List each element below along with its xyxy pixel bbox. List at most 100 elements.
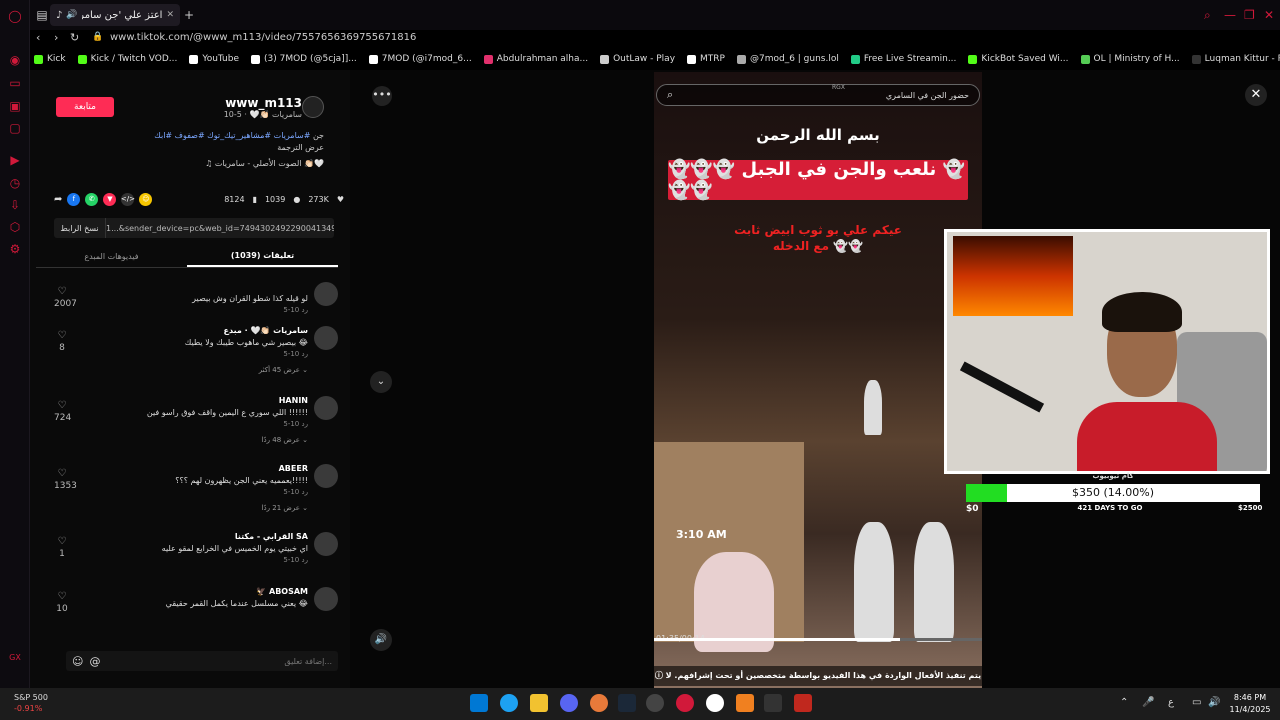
file-explorer-icon[interactable] [530,694,548,712]
tab-close-icon[interactable]: ✕ [166,10,174,20]
whatsapp-icon[interactable]: ✆ [85,192,99,206]
view-replies-link[interactable]: عرض 21 ردًا ⌄ [262,504,308,512]
volume-icon[interactable]: 🔊 [1208,697,1220,708]
bookmark-item[interactable]: Kick / Twitch VOD... [77,54,177,64]
settings-icon[interactable]: ⚙ [7,241,23,257]
link-text[interactable]: 1...&sender_device=pc&web_id=74943024922… [106,224,334,233]
player-icon[interactable]: ▶ [7,152,23,168]
comment-meta[interactable]: 5-10 رد [283,556,308,564]
minimize-button[interactable]: — [1224,8,1236,22]
close-window-button[interactable]: ✕ [1264,8,1274,22]
url-field[interactable]: www.tiktok.com/@www_m113/video/755765636… [110,32,416,43]
sound-link[interactable]: ♫ الصوت الأصلي - سامريات 👏🏻🤍 [64,158,324,170]
reload-icon[interactable]: ↻ [70,31,79,44]
emoji-icon[interactable]: ☺ [72,655,83,668]
bookmark-item[interactable]: Free Live Streamin... [850,54,956,64]
comment-like[interactable]: ♡ 724 [54,400,71,423]
comment-input[interactable] [106,656,332,666]
translate-link[interactable]: عرض الترجمة [64,142,324,154]
extensions-icon[interactable]: ⬡ [7,219,23,235]
heart-outline-icon[interactable]: ♡ [54,536,70,547]
tab-workspace-icon[interactable]: ▤ [34,7,50,23]
monitor-icon[interactable]: ▭ [1192,697,1201,708]
bookmark-item[interactable]: Abdulrahman alha... [483,54,588,64]
commenter-name[interactable]: ABEER [279,464,308,473]
video-player[interactable]: ⌕ حضور الجن في السامري RGX بسم الله الرح… [654,72,982,688]
bookmark-item[interactable]: @7mod_6 | guns.lol [736,54,839,64]
facebook-icon[interactable]: f [67,192,81,206]
discord-icon[interactable] [560,694,578,712]
bookmark-item[interactable]: OutLaw - Play [600,54,675,64]
volume-button[interactable]: 🔊 [370,629,392,651]
comment-meta[interactable]: 5-10 رد [283,488,308,496]
obs-icon[interactable] [646,694,664,712]
commenter-name[interactable]: 🦅 ABOSAM [256,587,308,596]
bookmark-item[interactable]: MTRP [687,54,725,64]
comment-meta[interactable]: 5-10 رد [283,350,308,358]
commenter-avatar[interactable] [314,587,338,611]
bookmark-item[interactable]: Luqman Kittur - P... [1191,54,1280,64]
comment-like[interactable]: ♡ 8 [54,330,70,353]
bookmark-item[interactable]: 7MOD (@i7mod_6... [368,54,472,64]
commenter-avatar[interactable] [314,282,338,306]
search-app-icon[interactable] [706,694,724,712]
next-video-button[interactable]: ⌄ [370,371,392,393]
commenter-avatar[interactable] [314,326,338,350]
opera-logo-icon[interactable]: ◯ [7,8,23,24]
commenter-name[interactable]: HANIN [279,396,308,405]
stock-widget[interactable]: S&P 500 -0.91% [14,692,48,714]
messenger-icon[interactable]: ▭ [7,75,23,91]
steam-icon[interactable] [618,694,636,712]
mic-icon[interactable]: 🎤 [1142,697,1154,708]
heart-outline-icon[interactable]: ♡ [54,591,70,602]
author-avatar[interactable] [302,96,324,118]
search-tabs-icon[interactable]: ⌕ [1204,8,1211,23]
streamer-bot-icon[interactable] [794,694,812,712]
twitch-icon[interactable]: ▢ [7,120,23,136]
follow-button[interactable]: متابعة [56,97,114,117]
tab-tiktok[interactable]: ♪ 🔊 اعتز علي 'جن سامري' عا... ✕ [50,4,180,26]
bookmark-item[interactable]: OL | Ministry of H... [1080,54,1180,64]
heart-outline-icon[interactable]: ♡ [54,286,70,297]
comment-like[interactable]: ♡ 1353 [54,468,77,491]
tab-creator-videos[interactable]: فيديوهات المبدع [36,246,187,267]
tray-chevron-icon[interactable]: ⌃ [1120,697,1128,708]
commenter-name[interactable]: القرابي - مكتنا SA [235,532,308,541]
emoji-share-icon[interactable]: ☺ [139,192,153,206]
bookmark-item[interactable]: Kick [34,54,66,64]
mention-icon[interactable]: @ [89,655,100,668]
chat-icon[interactable]: ▣ [7,98,23,114]
forward-icon[interactable]: › [54,31,58,44]
bookmark-item[interactable]: (3) 7MOD (@5cja]]... [251,54,357,64]
author-name[interactable]: www_m113 [225,96,302,110]
embed-icon[interactable]: </> [121,192,135,206]
heart-outline-icon[interactable]: ♡ [54,468,70,479]
app-icon[interactable] [590,694,608,712]
start-icon[interactable] [470,694,488,712]
bookmark-icon[interactable]: ▮ [253,195,257,204]
commenter-avatar[interactable] [314,532,338,556]
maximize-button[interactable]: ❐ [1244,8,1255,22]
view-replies-link[interactable]: عرض 45 أكثر ⌄ [259,366,308,374]
comment-meta[interactable]: 5-10 رد [283,306,308,314]
back-icon[interactable]: ‹ [36,31,40,44]
video-search-bar[interactable]: ⌕ حضور الجن في السامري [656,84,980,106]
heart-icon[interactable]: ♥ [337,195,344,204]
epic-games-icon[interactable] [764,694,782,712]
comment-meta[interactable]: 5-10 رد [283,420,308,428]
audio-playing-icon[interactable]: 🔊 [66,10,77,20]
description-tags[interactable]: #سامريات #مشاهير_تيك_توك #صفوف #ابك [154,131,310,140]
clock[interactable]: 8:46 PM 11/4/2025 [1226,692,1274,716]
comment-like[interactable]: ♡ 1 [54,536,70,559]
downloads-icon[interactable]: ⇩ [7,197,23,213]
share-arrow-icon[interactable]: ➦ [54,194,62,205]
commenter-avatar[interactable] [314,396,338,420]
comment-like[interactable]: ♡ 2007 [54,286,77,309]
video-progress-bar[interactable] [654,638,982,641]
comment-icon[interactable]: ● [293,195,300,204]
bookmark-item[interactable]: KickBot Saved Wi... [968,54,1069,64]
view-replies-link[interactable]: عرض 48 ردًا ⌄ [262,436,308,444]
language-indicator[interactable]: ع [1168,697,1174,708]
copy-link-button[interactable]: نسخ الرابط [54,218,106,238]
bookmark-item[interactable]: YouTube [189,54,239,64]
